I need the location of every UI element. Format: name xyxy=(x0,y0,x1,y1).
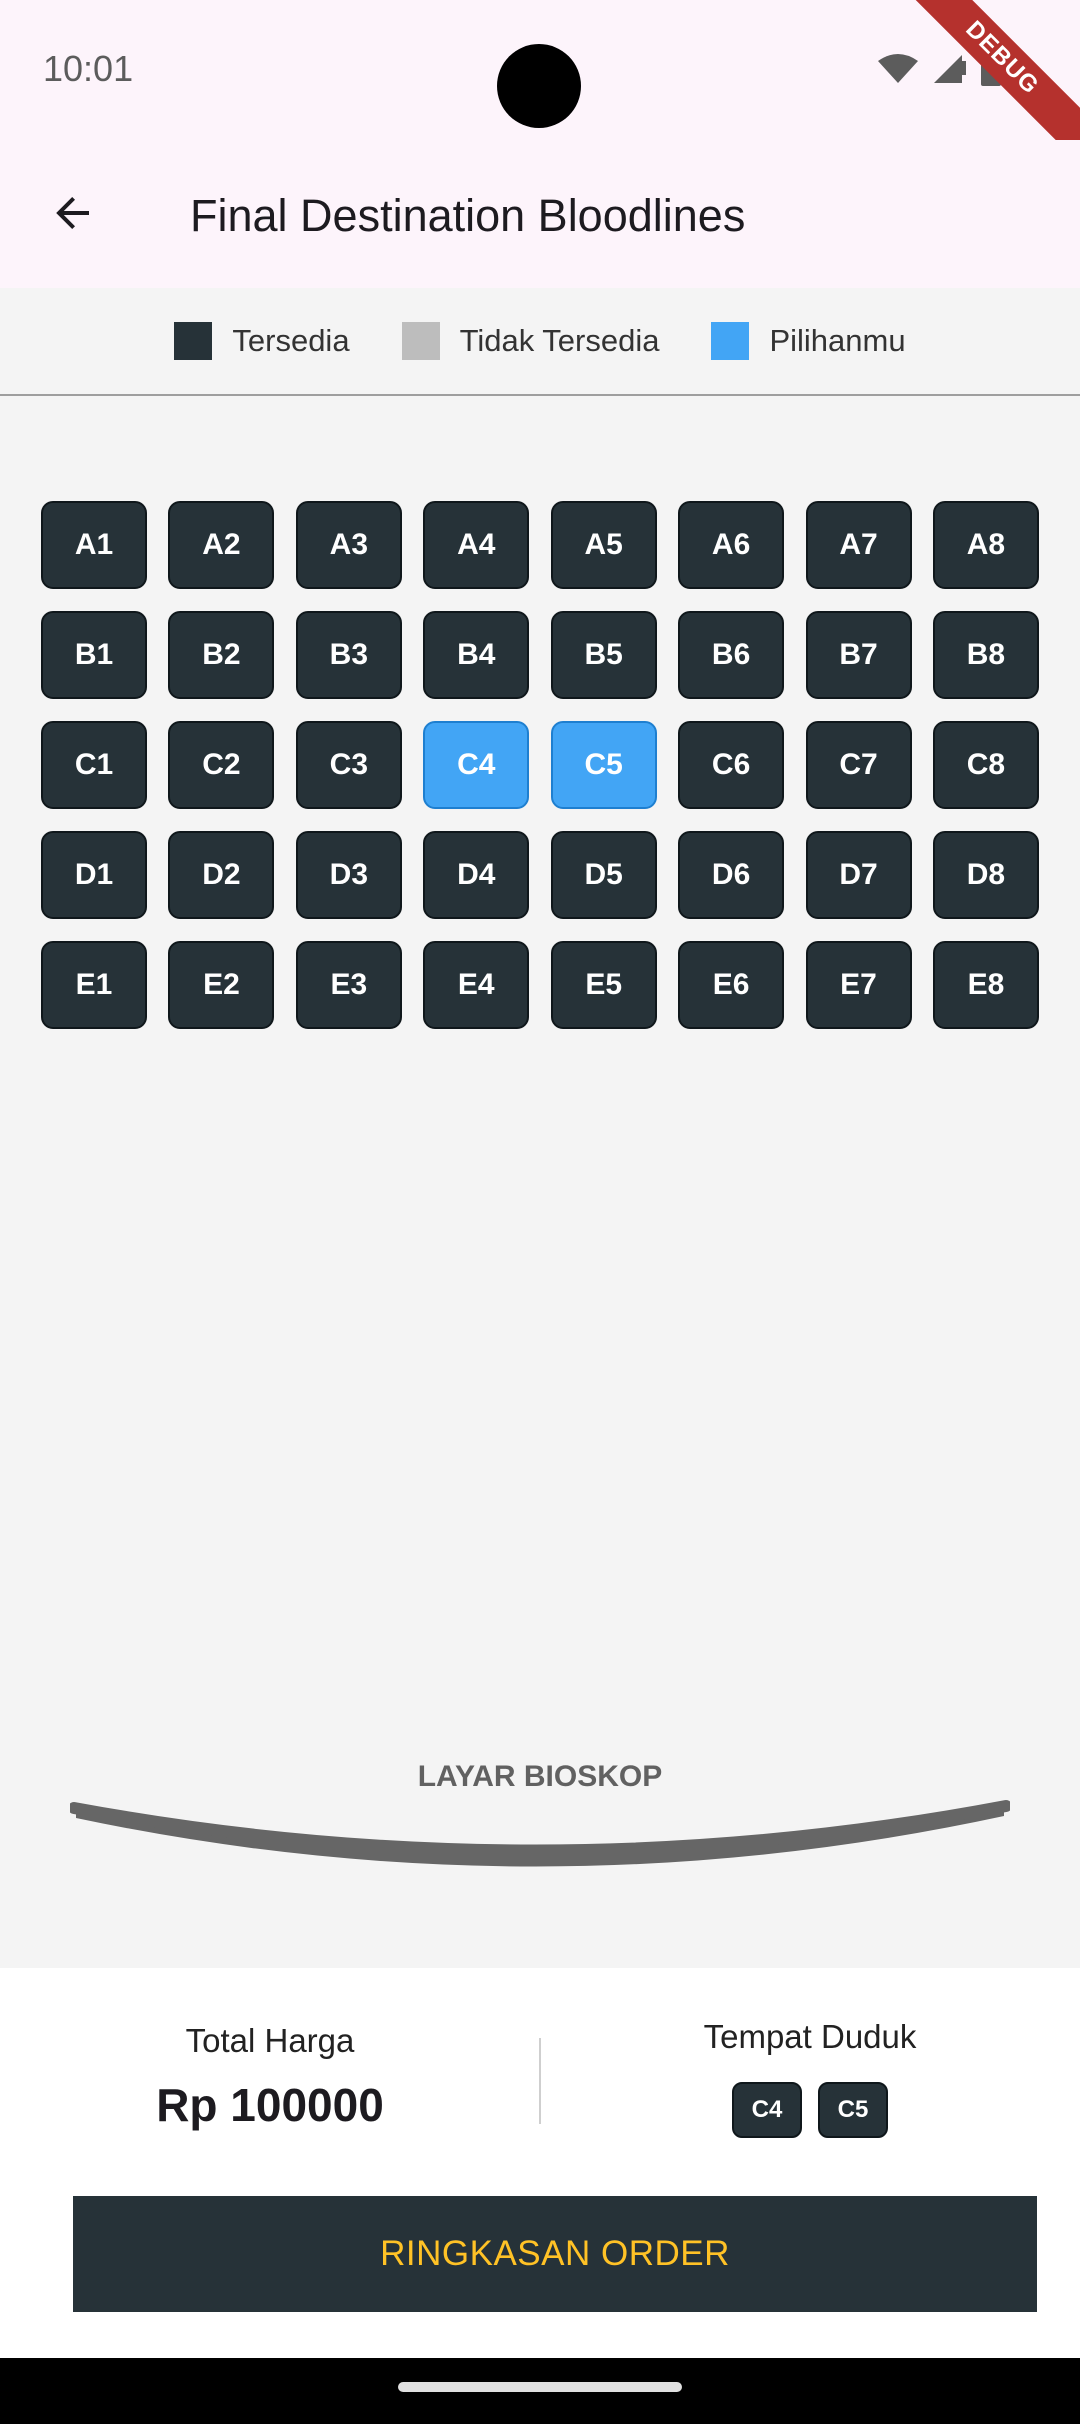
seat[interactable]: C6 xyxy=(678,721,785,809)
seat[interactable]: B5 xyxy=(550,611,657,699)
seat[interactable]: E5 xyxy=(550,941,657,1029)
seat[interactable]: E4 xyxy=(423,941,530,1029)
order-summary-panel: Total Harga Rp 100000 Tempat Duduk C4 C5… xyxy=(0,1968,1080,2358)
seat[interactable]: E8 xyxy=(932,941,1039,1029)
seat[interactable]: E3 xyxy=(295,941,402,1029)
seat-grid: A1 A2 A3 A4 A5 A6 A7 A8 B1 B2 B3 B4 B5 B… xyxy=(41,501,1039,1051)
selected-seats-label: Tempat Duduk xyxy=(703,2018,917,2055)
legend-item-selected: Pilihanmu xyxy=(711,322,906,360)
legend-label: Tersedia xyxy=(232,323,350,358)
camera-cutout xyxy=(497,44,581,128)
home-gesture-pill[interactable] xyxy=(398,2382,682,2392)
legend-label: Tidak Tersedia xyxy=(459,323,660,358)
seat[interactable]: D4 xyxy=(423,831,530,919)
signal-icon xyxy=(932,53,966,90)
seat[interactable]: A4 xyxy=(423,501,530,589)
seat[interactable]: C1 xyxy=(41,721,147,809)
legend-swatch-selected xyxy=(711,322,750,360)
seat[interactable]: E2 xyxy=(168,941,275,1029)
wifi-icon xyxy=(878,53,918,90)
back-button[interactable] xyxy=(38,180,108,250)
app-screen: 10:01 DEBUG Final Destination Bloodlines xyxy=(0,0,1080,2424)
seat[interactable]: B3 xyxy=(295,611,402,699)
selected-seat-chips: C4 C5 xyxy=(540,2082,1080,2138)
system-nav-bar xyxy=(0,2358,1080,2424)
app-bar: Final Destination Bloodlines xyxy=(0,140,1080,288)
total-price-block: Total Harga Rp 100000 xyxy=(0,2022,540,2132)
seat[interactable]: C8 xyxy=(932,721,1039,809)
seat[interactable]: B1 xyxy=(41,611,147,699)
seat[interactable]: D8 xyxy=(932,831,1039,919)
legend-swatch-unavailable xyxy=(401,322,440,360)
seat[interactable]: B2 xyxy=(168,611,275,699)
seat-row-b: B1 B2 B3 B4 B5 B6 B7 B8 xyxy=(41,611,1039,699)
seat[interactable]: A7 xyxy=(805,501,912,589)
order-summary-button[interactable]: RINGKASAN ORDER xyxy=(73,2196,1037,2312)
seat[interactable]: A3 xyxy=(295,501,402,589)
legend-label: Pilihanmu xyxy=(769,323,906,358)
seat-row-c: C1 C2 C3 C4 C5 C6 C7 C8 xyxy=(41,721,1039,809)
legend-item-unavailable: Tidak Tersedia xyxy=(401,322,660,360)
seat[interactable]: D1 xyxy=(41,831,147,919)
arrow-back-icon xyxy=(49,189,97,242)
selected-seats-block: Tempat Duduk C4 C5 xyxy=(540,2018,1080,2138)
cinema-screen-curve xyxy=(70,1800,1010,1867)
seat[interactable]: B7 xyxy=(805,611,912,699)
seat-row-d: D1 D2 D3 D4 D5 D6 D7 D8 xyxy=(41,831,1039,919)
seat[interactable]: A2 xyxy=(168,501,275,589)
seat-chip: C4 xyxy=(732,2082,802,2138)
total-price-label: Total Harga xyxy=(185,2022,355,2059)
status-bar: 10:01 DEBUG xyxy=(0,0,1080,179)
seat[interactable]: B8 xyxy=(932,611,1039,699)
seat[interactable]: A6 xyxy=(678,501,785,589)
seat[interactable]: E7 xyxy=(805,941,912,1029)
seat[interactable]: E6 xyxy=(678,941,785,1029)
cinema-screen-label: LAYAR BIOSKOP xyxy=(417,1760,663,1793)
legend-item-available: Tersedia xyxy=(174,322,350,360)
seat[interactable]: A5 xyxy=(550,501,657,589)
seat[interactable]: D5 xyxy=(550,831,657,919)
seat[interactable]: D6 xyxy=(678,831,785,919)
seat[interactable]: D2 xyxy=(168,831,275,919)
seat[interactable]: C7 xyxy=(805,721,912,809)
seat[interactable]: B4 xyxy=(423,611,530,699)
seat-row-a: A1 A2 A3 A4 A5 A6 A7 A8 xyxy=(41,501,1039,589)
legend-swatch-available xyxy=(174,322,213,360)
seat-row-e: E1 E2 E3 E4 E5 E6 E7 E8 xyxy=(41,941,1039,1029)
seat-selected[interactable]: C5 xyxy=(550,721,657,809)
seat-chip: C5 xyxy=(818,2082,888,2138)
seat[interactable]: E1 xyxy=(41,941,147,1029)
seat[interactable]: B6 xyxy=(678,611,785,699)
seat-legend: Tersedia Tidak Tersedia Pilihanmu xyxy=(0,288,1080,396)
seat[interactable]: A1 xyxy=(41,501,147,589)
status-time: 10:01 xyxy=(43,48,134,89)
seat[interactable]: D7 xyxy=(805,831,912,919)
seat-selected[interactable]: C4 xyxy=(423,721,530,809)
seat[interactable]: D3 xyxy=(295,831,402,919)
seat[interactable]: C2 xyxy=(168,721,275,809)
total-price-value: Rp 100000 xyxy=(156,2079,384,2131)
seat[interactable]: A8 xyxy=(932,501,1039,589)
page-title: Final Destination Bloodlines xyxy=(190,190,746,241)
seat[interactable]: C3 xyxy=(295,721,402,809)
